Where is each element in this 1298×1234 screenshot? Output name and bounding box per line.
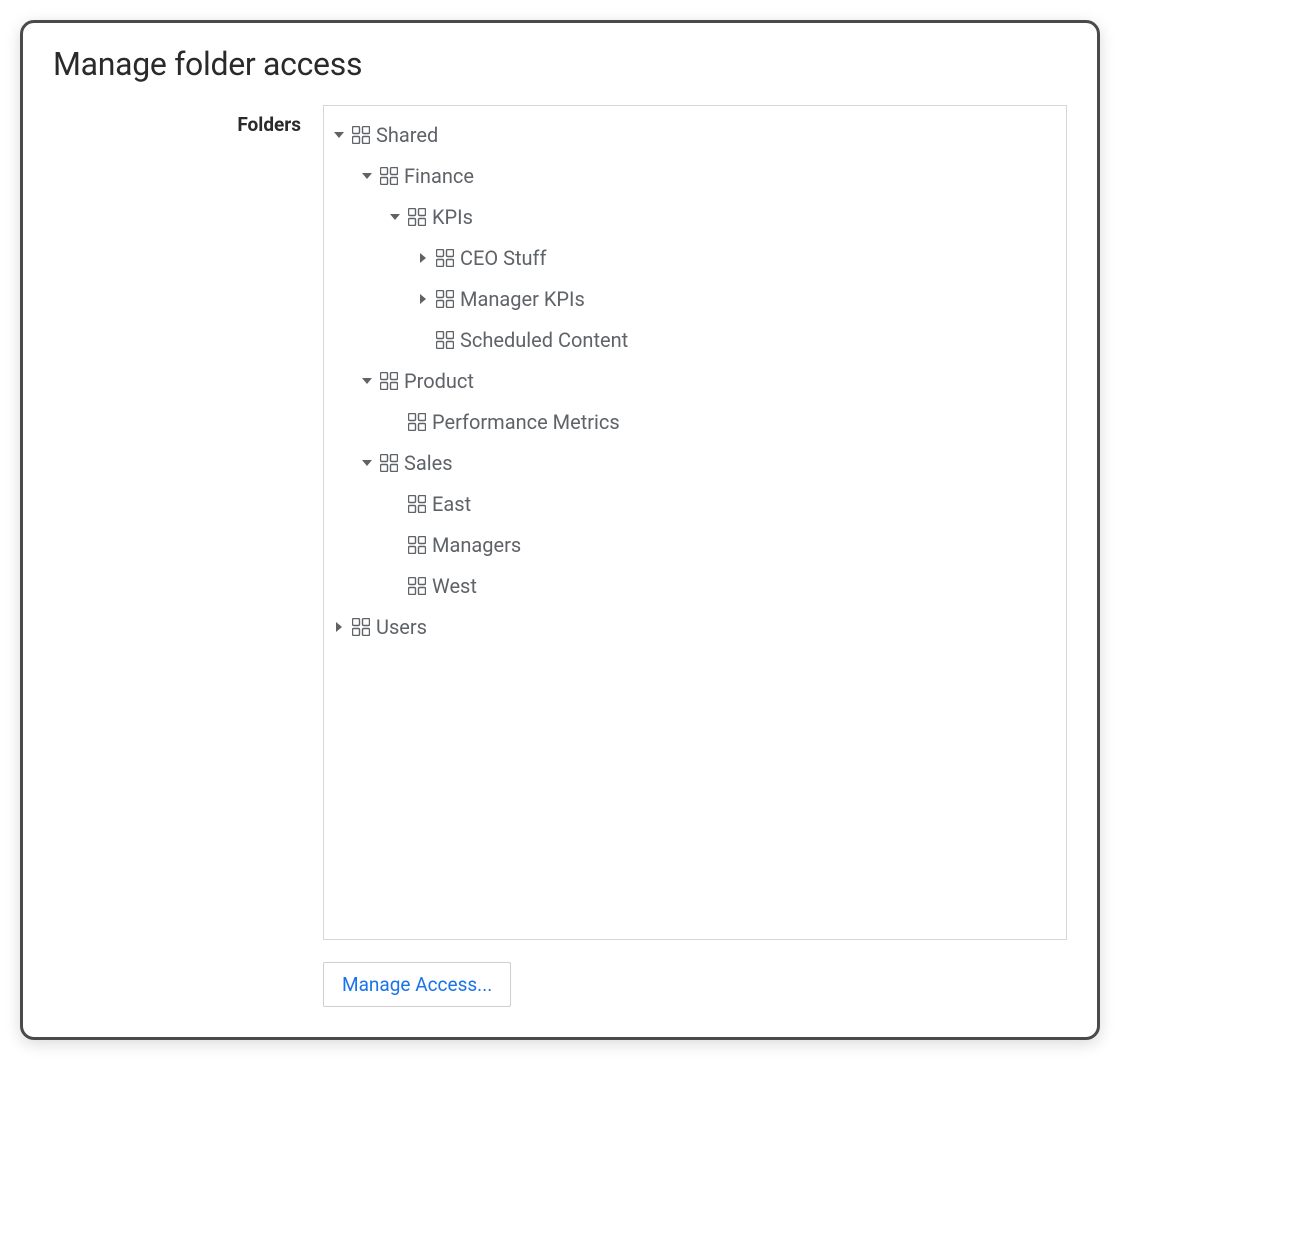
tree-item[interactable]: Users [332, 606, 1058, 647]
folder-icon [352, 618, 370, 636]
arrow-placeholder [416, 333, 430, 347]
tree-node-shared: Shared Finance KPIs CEO Stuff Manager KPIs Sc… [332, 114, 1058, 606]
tree-item-label: Scheduled Content [460, 328, 628, 352]
arrow-placeholder [388, 415, 402, 429]
tree-item-label: Shared [376, 123, 438, 147]
tree-item-label: Finance [404, 164, 474, 188]
tree-content-column: Shared Finance KPIs CEO Stuff Manager KPIs Sc… [323, 105, 1067, 1007]
chevron-right-icon[interactable] [416, 292, 430, 306]
folder-icon [436, 331, 454, 349]
tree-item[interactable]: East [388, 483, 1058, 524]
tree-item-label: East [432, 492, 471, 516]
tree-label-column: Folders [53, 105, 323, 1007]
tree-item-label: Performance Metrics [432, 410, 620, 434]
tree-node-performance-metrics: Performance Metrics [388, 401, 1058, 442]
tree-item-label: Manager KPIs [460, 287, 585, 311]
tree-node-managers: Managers [388, 524, 1058, 565]
arrow-placeholder [388, 538, 402, 552]
tree-item-label: Managers [432, 533, 521, 557]
chevron-down-icon[interactable] [360, 169, 374, 183]
tree-node-scheduled-content: Scheduled Content [416, 319, 1058, 360]
folder-icon [380, 454, 398, 472]
folder-icon [436, 249, 454, 267]
folders-label: Folders [237, 113, 301, 1007]
tree-item-label: KPIs [432, 205, 473, 229]
chevron-right-icon[interactable] [332, 620, 346, 634]
tree-children: Finance KPIs CEO Stuff Manager KPIs Schedule… [332, 155, 1058, 606]
folder-icon [408, 536, 426, 554]
tree-item[interactable]: Shared [332, 114, 1058, 155]
folder-icon [408, 208, 426, 226]
chevron-down-icon[interactable] [360, 456, 374, 470]
tree-node-finance: Finance KPIs CEO Stuff Manager KPIs Schedule… [360, 155, 1058, 360]
chevron-right-icon[interactable] [416, 251, 430, 265]
tree-item-label: West [432, 574, 477, 598]
dialog-title: Manage folder access [53, 45, 1067, 83]
tree-node-manager-kpis: Manager KPIs [416, 278, 1058, 319]
action-row: Manage Access... [323, 962, 1067, 1007]
tree-node-kpis: KPIs CEO Stuff Manager KPIs Scheduled Conte… [388, 196, 1058, 360]
folder-icon [408, 495, 426, 513]
tree-item[interactable]: Scheduled Content [416, 319, 1058, 360]
tree-children: KPIs CEO Stuff Manager KPIs Scheduled Conte… [360, 196, 1058, 360]
tree-node-ceo-stuff: CEO Stuff [416, 237, 1058, 278]
tree-item[interactable]: West [388, 565, 1058, 606]
tree-item-label: Sales [404, 451, 453, 475]
folder-icon [380, 167, 398, 185]
chevron-down-icon[interactable] [332, 128, 346, 142]
manage-access-button[interactable]: Manage Access... [323, 962, 511, 1007]
manage-folder-access-dialog: Manage folder access Folders Shared Finan… [20, 20, 1100, 1040]
tree-item-label: CEO Stuff [460, 246, 546, 270]
tree-children: CEO Stuff Manager KPIs Scheduled Content [388, 237, 1058, 360]
arrow-placeholder [388, 579, 402, 593]
tree-node-product: Product Performance Metrics [360, 360, 1058, 442]
tree-node-users: Users [332, 606, 1058, 647]
tree-children: Performance Metrics [360, 401, 1058, 442]
tree-item[interactable]: Finance [360, 155, 1058, 196]
tree-node-east: East [388, 483, 1058, 524]
tree-node-west: West [388, 565, 1058, 606]
dialog-body: Folders Shared Finance KPIs CEO Stuff Manage… [53, 105, 1067, 1007]
tree-item[interactable]: CEO Stuff [416, 237, 1058, 278]
folder-icon [408, 413, 426, 431]
tree-item-label: Users [376, 615, 427, 639]
tree-item[interactable]: Sales [360, 442, 1058, 483]
tree-item[interactable]: Managers [388, 524, 1058, 565]
folder-icon [352, 126, 370, 144]
folder-icon [380, 372, 398, 390]
chevron-down-icon[interactable] [360, 374, 374, 388]
tree-item[interactable]: KPIs [388, 196, 1058, 237]
tree-item[interactable]: Product [360, 360, 1058, 401]
tree-children: East Managers West [360, 483, 1058, 606]
chevron-down-icon[interactable] [388, 210, 402, 224]
tree-item[interactable]: Manager KPIs [416, 278, 1058, 319]
tree-item[interactable]: Performance Metrics [388, 401, 1058, 442]
tree-node-sales: Sales East Managers West [360, 442, 1058, 606]
tree-item-label: Product [404, 369, 474, 393]
folder-icon [408, 577, 426, 595]
arrow-placeholder [388, 497, 402, 511]
folder-icon [436, 290, 454, 308]
folder-tree[interactable]: Shared Finance KPIs CEO Stuff Manager KPIs Sc… [323, 105, 1067, 940]
